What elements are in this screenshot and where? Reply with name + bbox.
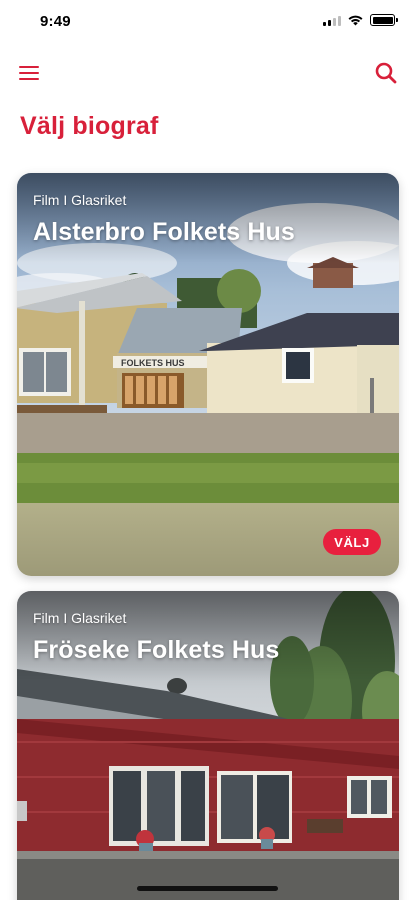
search-icon[interactable]: [371, 58, 401, 88]
hamburger-menu-icon[interactable]: [16, 60, 42, 86]
cellular-signal-icon: [323, 15, 341, 26]
top-bar: [0, 56, 415, 92]
status-bar: 9:49: [0, 0, 415, 44]
battery-icon: [370, 14, 398, 26]
cinema-name: Fröseke Folkets Hus: [33, 636, 280, 664]
status-time: 9:49: [40, 13, 71, 30]
folkets-hus-sign: FOLKETS HUS: [121, 358, 185, 368]
wifi-icon: [348, 15, 363, 26]
cinema-card-alsterbro[interactable]: FOLKETS HUS Film I Glasriket Alsterbro F…: [17, 173, 399, 576]
cinema-subtitle: Film I Glasriket: [33, 610, 127, 626]
choose-cinema-button[interactable]: VÄLJ: [323, 529, 381, 555]
home-indicator: [137, 886, 278, 891]
cinema-card-froseke[interactable]: Film I Glasriket Fröseke Folkets Hus: [17, 591, 399, 900]
status-icons: [323, 14, 398, 26]
page-title: Välj biograf: [20, 112, 159, 140]
cinema-subtitle: Film I Glasriket: [33, 192, 127, 208]
cinema-name: Alsterbro Folkets Hus: [33, 218, 295, 246]
